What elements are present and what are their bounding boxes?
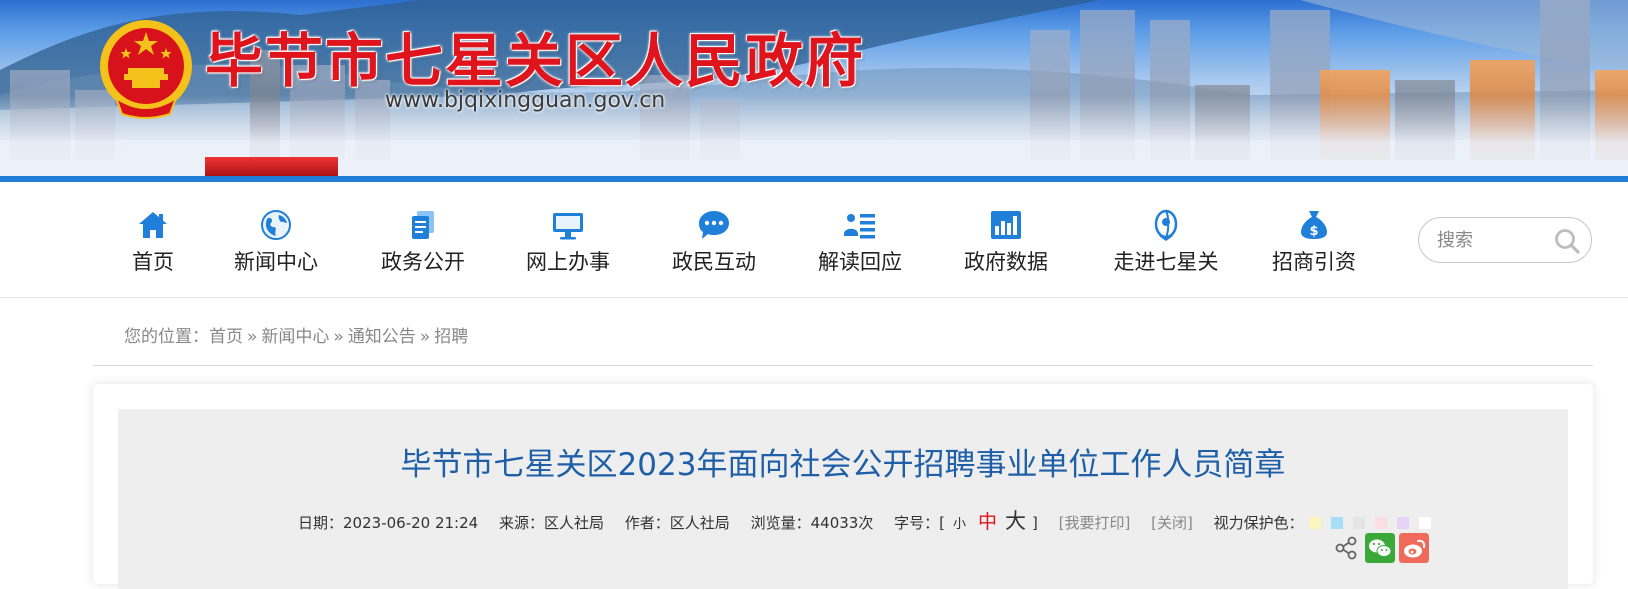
breadcrumb-separator: » <box>419 327 431 347</box>
nav-item-news[interactable]: 新闻中心 <box>216 208 336 276</box>
nav-label: 政务公开 <box>381 250 465 274</box>
share-icon[interactable] <box>1331 533 1361 563</box>
weibo-icon[interactable] <box>1399 533 1429 563</box>
site-url: www.bjqixingguan.gov.cn <box>385 88 666 113</box>
nav-label: 解读回应 <box>818 250 902 274</box>
header-banner: 毕节市七星关区人民政府 www.bjqixingguan.gov.cn <box>0 0 1628 178</box>
search-box <box>1418 217 1592 263</box>
document-icon <box>412 211 434 239</box>
eye-care-swatch-white[interactable] <box>1417 516 1432 530</box>
source-label: 来源： <box>498 514 544 532</box>
date-label: 日期： <box>298 514 344 532</box>
bar-chart-icon <box>991 211 1021 239</box>
search-input[interactable] <box>1437 226 1547 254</box>
breadcrumb-divider <box>93 365 1593 366</box>
article-author: 区人社局 <box>669 514 730 532</box>
article-card: 毕节市七星关区2023年面向社会公开招聘事业单位工作人员简章 日期：2023-0… <box>93 384 1593 589</box>
article-date: 2023-06-20 21:24 <box>343 514 479 532</box>
views-label: 浏览量： <box>750 514 811 532</box>
eye-care-swatch-yellow[interactable] <box>1307 516 1322 530</box>
breadcrumb-item-recruitment[interactable]: 招聘 <box>434 327 468 347</box>
national-emblem-icon <box>100 20 192 119</box>
globe-icon <box>261 210 291 240</box>
close-button[interactable]: [关闭] <box>1151 514 1193 532</box>
font-size-close-bracket: ] <box>1032 514 1038 532</box>
breadcrumb-separator: » <box>333 327 344 347</box>
eye-care-swatch-purple[interactable] <box>1395 516 1410 530</box>
article-meta: 日期：2023-06-20 21:24 来源：区人社局 作者：区人社局 浏览量：… <box>298 505 1436 535</box>
nav-item-investment[interactable]: $ 招商引资 <box>1254 208 1374 276</box>
wechat-icon[interactable] <box>1365 533 1395 563</box>
print-button[interactable]: [我要打印] <box>1059 514 1131 532</box>
search-icon[interactable] <box>1553 227 1581 255</box>
red-building <box>205 157 338 178</box>
main-navigation: 首页 新闻中心 政务公开 网上办事 政民互动 解读回应 政府数据 走进七星关 $… <box>0 182 1628 298</box>
breadcrumb-item-notices[interactable]: 通知公告 <box>348 327 416 347</box>
breadcrumb: 您的位置：首页» 新闻中心» 通知公告» 招聘 <box>124 322 468 347</box>
home-icon <box>139 212 167 238</box>
nav-label: 新闻中心 <box>234 250 318 274</box>
chat-bubble-icon <box>699 211 729 239</box>
nav-item-gov-data[interactable]: 政府数据 <box>946 208 1066 276</box>
article-source: 区人社局 <box>543 514 604 532</box>
nav-item-gov-affairs[interactable]: 政务公开 <box>363 208 483 276</box>
article-title: 毕节市七星关区2023年面向社会公开招聘事业单位工作人员简章 <box>400 447 1286 483</box>
article-header: 毕节市七星关区2023年面向社会公开招聘事业单位工作人员简章 日期：2023-0… <box>118 409 1568 589</box>
author-label: 作者： <box>624 514 670 532</box>
money-bag-icon: $ <box>1301 211 1327 239</box>
article-views: 44033次 <box>810 514 874 532</box>
nav-label: 招商引资 <box>1272 250 1356 274</box>
location-icon <box>1154 209 1178 241</box>
breadcrumb-separator: » <box>247 327 258 347</box>
nav-label: 首页 <box>132 250 174 274</box>
font-size-large-button[interactable]: 大 <box>1005 509 1026 533</box>
eye-care-label: 视力保护色： <box>1213 514 1304 532</box>
eye-care-swatch-pink[interactable] <box>1373 516 1388 530</box>
nav-label: 网上办事 <box>526 250 610 274</box>
nav-item-online-services[interactable]: 网上办事 <box>508 208 628 276</box>
svg-text:$: $ <box>1309 224 1318 239</box>
font-size-small-button[interactable]: 小 <box>953 517 966 532</box>
list-user-icon <box>844 214 875 239</box>
nav-item-interpretation[interactable]: 解读回应 <box>800 208 920 276</box>
nav-label: 走进七星关 <box>1113 250 1219 274</box>
breadcrumb-item-news[interactable]: 新闻中心 <box>261 327 329 347</box>
breadcrumb-prefix: 您的位置： <box>124 327 209 347</box>
eye-care-swatch-blue[interactable] <box>1329 516 1344 530</box>
nav-item-about-district[interactable]: 走进七星关 <box>1099 208 1233 276</box>
nav-item-interaction[interactable]: 政民互动 <box>654 208 774 276</box>
site-title: 毕节市七星关区人民政府 <box>205 27 866 95</box>
eye-care-swatch-gray[interactable] <box>1351 516 1366 530</box>
breadcrumb-item-home[interactable]: 首页 <box>209 327 243 347</box>
font-size-label: 字号：[ <box>894 514 945 532</box>
font-size-medium-button[interactable]: 中 <box>978 511 997 533</box>
nav-label: 政府数据 <box>964 250 1048 274</box>
monitor-icon <box>553 213 583 240</box>
nav-item-home[interactable]: 首页 <box>93 208 213 276</box>
nav-label: 政民互动 <box>672 250 756 274</box>
